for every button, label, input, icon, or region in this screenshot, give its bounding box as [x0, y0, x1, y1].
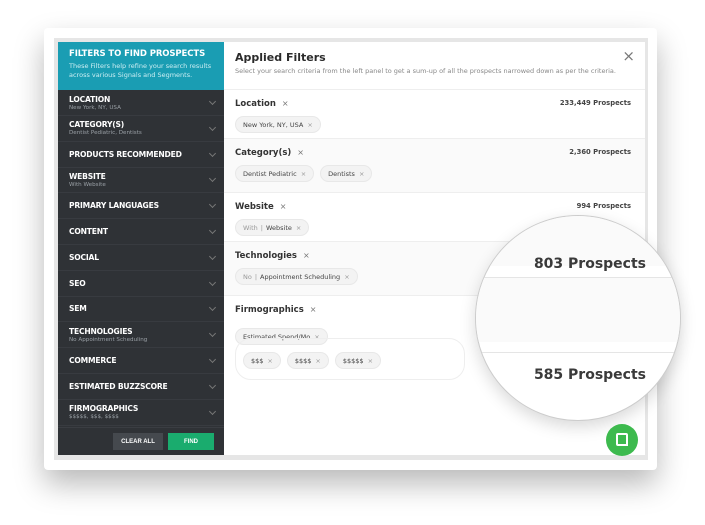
sidebar-item-label: PRIMARY LANGUAGES [69, 201, 159, 211]
remove-chip-icon[interactable]: × [267, 357, 272, 365]
sidebar-item-label: TECHNOLOGIES [69, 326, 133, 336]
sidebar-item-label: CATEGORY(S) [69, 120, 125, 130]
sidebar-item-content[interactable]: CONTENT [58, 219, 224, 245]
sidebar-description: These Filters help refine your search re… [69, 62, 212, 79]
section-title: Category(s) × [235, 148, 304, 158]
sidebar-item-technologies[interactable]: TECHNOLOGIES No Appointment Scheduling [58, 322, 224, 349]
filter-chip[interactable]: New York, NY, USA × [235, 116, 321, 133]
section-title-text: Firmographics [235, 305, 304, 315]
section-title: Website × [235, 202, 286, 212]
magnified-count: 803 Prospects [533, 256, 646, 272]
sidebar-item-label: FIRMOGRAPHICS [69, 404, 139, 414]
sidebar-item-label: SOCIAL [69, 252, 99, 262]
page-subtitle: Select your search criteria from the lef… [235, 67, 616, 75]
prospect-count: 233,449 Prospects [559, 99, 631, 107]
chip-label: Dentist Pediatric [243, 169, 297, 178]
filter-chip[interactable]: $$$$ × [286, 352, 329, 369]
chip-label: Website [265, 223, 292, 232]
magnifier: 803 Prospects 585 Prospects [475, 215, 681, 421]
section-title-text: Technologies [235, 251, 297, 261]
chip-label: $$$$$ [342, 356, 364, 365]
sidebar-item-value: With Website [69, 181, 106, 188]
sidebar-item-social[interactable]: SOCIAL [58, 245, 224, 271]
section-title-text: Website [235, 202, 274, 212]
filter-chip[interactable]: With | Website × [235, 219, 310, 236]
sidebar-item-category-s[interactable]: CATEGORY(S) Dentist Pediatric, Dentists [58, 116, 224, 142]
sidebar-item-value: Dentist Pediatric, Dentists [69, 130, 142, 137]
sidebar-item-value: No Appointment Scheduling [69, 336, 148, 343]
filters-sidebar: FILTERS TO FIND PROSPECTS These Filters … [58, 42, 224, 455]
section-title-text: Location [235, 99, 276, 109]
sidebar-item-website[interactable]: WEBSITE With Website [58, 167, 224, 194]
clear-all-button[interactable]: CLEAR ALL [113, 433, 163, 450]
sidebar-item-label: COMMERCE [69, 356, 117, 365]
sidebar-item-products-recommended[interactable]: PRODUCTS RECOMMENDED [58, 142, 224, 168]
sidebar-item-value: $$$$$, $$$, $$$$ [69, 414, 119, 421]
filter-section-location: Location × 233,449 Prospects New York, NY, … [224, 89, 645, 138]
chat-button[interactable] [606, 424, 638, 456]
sidebar-item-sem[interactable]: SEM [58, 296, 224, 323]
magnified-count: 585 Prospects [533, 367, 646, 383]
sidebar-item-estimated-buzzscore[interactable]: ESTIMATED BUZZSCORE [58, 374, 224, 400]
chip-label: $$$ [251, 356, 264, 365]
remove-chip-icon[interactable]: × [315, 357, 320, 365]
remove-filter-icon[interactable]: × [297, 148, 304, 157]
filter-section-categorys: Category(s) × 2,360 Prospects Dentist Pedia… [224, 138, 645, 192]
filter-chip[interactable]: Dentist Pediatric × [235, 165, 315, 182]
magnifier-band [476, 278, 680, 342]
remove-filter-icon[interactable]: × [303, 251, 310, 260]
sidebar-header: FILTERS TO FIND PROSPECTS These Filters … [58, 42, 224, 90]
sidebar-item-seo[interactable]: SEO [58, 271, 224, 297]
remove-filter-icon[interactable]: × [282, 99, 289, 108]
filter-chip[interactable]: $$$$$ × [334, 352, 382, 369]
sidebar-item-label: WEBSITE [69, 171, 106, 181]
page-title: Applied Filters [235, 51, 326, 64]
remove-chip-icon[interactable]: × [359, 170, 364, 178]
sidebar-title: FILTERS TO FIND PROSPECTS [69, 49, 206, 59]
sidebar-item-label: CONTENT [69, 227, 108, 236]
remove-filter-icon[interactable]: × [280, 202, 287, 211]
sidebar-item-commerce[interactable]: COMMERCE [58, 348, 224, 374]
remove-chip-icon[interactable]: × [296, 224, 301, 232]
chip-qualifier: With [243, 223, 258, 232]
remove-chip-icon[interactable]: × [307, 121, 312, 129]
filter-chip[interactable]: No | Appointment Scheduling × [235, 268, 358, 285]
sidebar-item-firmographics[interactable]: FIRMOGRAPHICS $$$$$, $$$, $$$$ [58, 400, 224, 426]
filter-chip[interactable]: Dentists × [320, 165, 373, 182]
close-icon[interactable]: × [622, 47, 635, 65]
sidebar-item-label: LOCATION [69, 94, 111, 104]
filter-chip[interactable]: $$$ × [243, 352, 281, 369]
chip-label: Appointment Scheduling [260, 272, 341, 281]
sidebar-item-primary-languages[interactable]: PRIMARY LANGUAGES [58, 193, 224, 220]
chip-label: Dentists [328, 169, 355, 178]
sidebar-item-label: SEM [69, 304, 87, 314]
prospect-count: 2,360 Prospects [569, 148, 631, 156]
divider [476, 352, 680, 353]
remove-filter-icon[interactable]: × [310, 305, 317, 314]
remove-chip-icon[interactable]: × [368, 357, 373, 365]
remove-chip-icon[interactable]: × [344, 273, 349, 281]
chat-icon [616, 433, 628, 446]
prospect-count: 994 Prospects [576, 202, 631, 210]
chip-label: $$$$ [294, 356, 312, 365]
sidebar-item-label: SEO [69, 278, 86, 288]
sidebar-item-label: ESTIMATED BUZZSCORE [69, 381, 168, 391]
section-title-text: Category(s) [235, 148, 292, 158]
chip-qualifier: No [243, 272, 252, 281]
sidebar-footer: CLEAR ALL FIND [58, 427, 224, 455]
sidebar-item-value: New York, NY, USA [69, 104, 121, 111]
sidebar-item-location[interactable]: LOCATION New York, NY, USA [58, 90, 224, 116]
sidebar-item-label: PRODUCTS RECOMMENDED [69, 149, 182, 159]
section-title: Location × [235, 99, 289, 109]
find-button[interactable]: FIND [168, 433, 214, 450]
section-title: Firmographics × [235, 305, 316, 315]
chip-label: New York, NY, USA [243, 120, 304, 129]
section-title: Technologies × [235, 251, 310, 261]
remove-chip-icon[interactable]: × [301, 170, 306, 178]
